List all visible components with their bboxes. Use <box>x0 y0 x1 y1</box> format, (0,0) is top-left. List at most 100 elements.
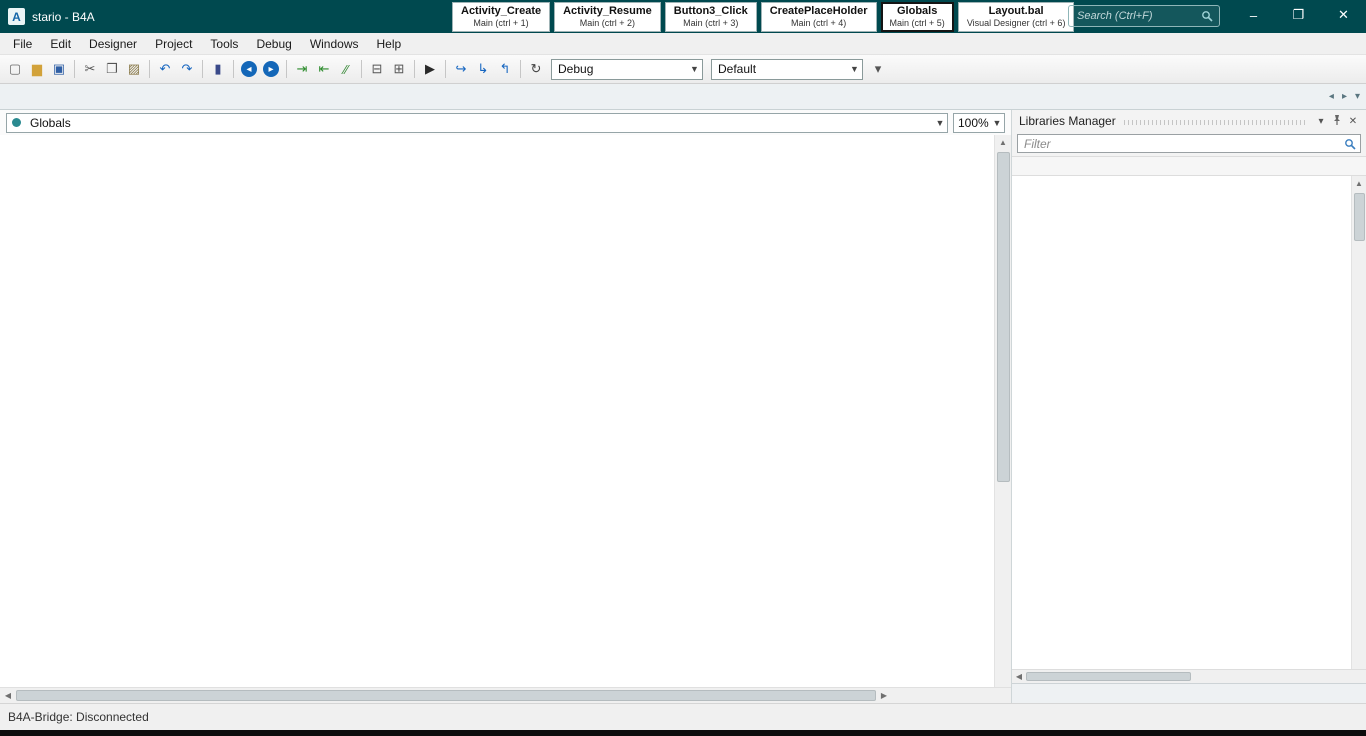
sub-navigator-value: Globals <box>30 115 71 130</box>
libraries-manager-panel: Libraries Manager ▾ ✕ ▲ <box>1012 110 1366 703</box>
run-icon[interactable]: ▶ <box>420 59 440 79</box>
app-logo-icon: A <box>8 8 25 25</box>
libraries-horizontal-scrollbar[interactable]: ◀ <box>1012 669 1366 683</box>
code-editor[interactable]: ▲ <box>0 135 1011 687</box>
step-into-icon[interactable]: ↳ <box>473 59 493 79</box>
toolbar: ▢ ▆ ▣ ✂ ❐ ▨ ↶ ↷ ▮ ◂ ▸ ⇥ ⇤ ∕∕ ⊟ ⊞ ▶ ↪ ↳ ↰ ↻ Debug ▼ Default ▼ ▾ <box>0 55 1366 84</box>
collapse-all-icon[interactable]: ⊟ <box>367 59 387 79</box>
menu-debug[interactable]: Debug <box>247 34 300 54</box>
scroll-left-icon[interactable]: ◀ <box>1012 670 1026 683</box>
scroll-right-icon[interactable]: ▶ <box>876 688 892 703</box>
editor-horizontal-scrollbar[interactable]: ◀ ▶ <box>0 687 1011 703</box>
build-configuration-combo[interactable]: Default ▼ <box>711 58 863 80</box>
search-input[interactable] <box>1075 9 1201 23</box>
libraries-table-body <box>1012 176 1351 669</box>
sub-navigator-combo[interactable]: Globals ▼ <box>6 112 948 133</box>
toolbar-separator <box>361 60 362 78</box>
toolbar-separator <box>286 60 287 78</box>
tab-list-dropdown-icon[interactable]: ▾ <box>1355 91 1360 102</box>
menu-help[interactable]: Help <box>368 34 411 54</box>
search-box[interactable] <box>1068 5 1220 27</box>
filter-row <box>1012 132 1366 156</box>
menu-file[interactable]: File <box>4 34 41 54</box>
debug-mode-combo[interactable]: Debug ▼ <box>551 58 703 80</box>
undo-icon[interactable]: ↶ <box>155 59 175 79</box>
redo-icon[interactable]: ↷ <box>177 59 197 79</box>
chevron-down-icon: ▼ <box>850 64 859 74</box>
toolbar-separator <box>149 60 150 78</box>
title-bar: A stario - B4A Activity_Create Main (ctrl… <box>0 0 1366 33</box>
step-over-icon[interactable]: ↪ <box>451 59 471 79</box>
scroll-left-icon[interactable]: ◀ <box>0 688 16 703</box>
search-icon <box>1202 11 1213 22</box>
maximize-button[interactable]: ❐ <box>1276 0 1321 30</box>
panel-close-icon[interactable]: ✕ <box>1345 116 1361 127</box>
scroll-tabs-left-icon[interactable]: ◂ <box>1329 91 1334 102</box>
comment-icon[interactable]: ∕∕ <box>336 59 356 79</box>
menu-windows[interactable]: Windows <box>301 34 368 54</box>
clean-project-icon[interactable]: ↻ <box>526 59 546 79</box>
zoom-combo[interactable]: 100% ▼ <box>953 112 1005 133</box>
toolbar-separator <box>74 60 75 78</box>
save-icon[interactable]: ▣ <box>49 59 69 79</box>
header-tab-activity-resume[interactable]: Activity_Resume Main (ctrl + 2) <box>554 2 661 32</box>
cut-icon[interactable]: ✂ <box>80 59 100 79</box>
close-button[interactable]: ✕ <box>1321 0 1366 30</box>
bridge-status: B4A-Bridge: Disconnected <box>8 710 149 724</box>
editor-vscroll-thumb[interactable] <box>996 152 1010 482</box>
libraries-vscroll-thumb[interactable] <box>1353 193 1365 241</box>
paste-icon[interactable]: ▨ <box>124 59 144 79</box>
editor-hscroll-thumb[interactable] <box>16 690 876 701</box>
libraries-vertical-scrollbar[interactable]: ▲ <box>1351 176 1366 669</box>
panel-bottom-tabs <box>1012 683 1366 703</box>
header-tab-globals[interactable]: Globals Main (ctrl + 5) <box>880 2 954 32</box>
windows-taskbar[interactable] <box>0 730 1366 736</box>
outdent-icon[interactable]: ⇤ <box>314 59 334 79</box>
document-tab-strip: ◂ ▸ ▾ <box>0 84 1366 110</box>
header-tab-activity-create[interactable]: Activity_Create Main (ctrl + 1) <box>452 2 551 32</box>
scroll-up-icon[interactable]: ▲ <box>1352 176 1366 191</box>
header-tab-button3-click[interactable]: Button3_Click Main (ctrl + 3) <box>664 2 757 32</box>
menu-project[interactable]: Project <box>146 34 201 54</box>
sub-icon <box>12 118 21 127</box>
filter-input[interactable] <box>1022 135 1344 152</box>
copy-icon[interactable]: ❐ <box>102 59 122 79</box>
toolbar-overflow-icon[interactable]: ▾ <box>868 59 888 79</box>
indent-icon[interactable]: ⇥ <box>292 59 312 79</box>
menu-edit[interactable]: Edit <box>41 34 80 54</box>
menu-tools[interactable]: Tools <box>201 34 247 54</box>
b4a-window: A stario - B4A Activity_Create Main (ctrl… <box>0 0 1366 736</box>
filter-search-icon <box>1345 138 1356 150</box>
toolbar-separator <box>414 60 415 78</box>
tab-nav: ◂ ▸ ▾ <box>1329 91 1360 102</box>
header-tab-layout-bal[interactable]: Layout.bal Visual Designer (ctrl + 6) <box>957 2 1075 32</box>
chevron-down-icon: ▼ <box>690 64 699 74</box>
filter-box[interactable] <box>1017 134 1361 153</box>
menu-designer[interactable]: Designer <box>80 34 146 54</box>
panel-header: Libraries Manager ▾ ✕ <box>1012 110 1366 132</box>
header-tab-createplaceholder[interactable]: CreatePlaceHolder Main (ctrl + 4) <box>760 2 877 32</box>
minimize-button[interactable]: – <box>1231 0 1276 30</box>
code-navigation-row: Globals ▼ 100% ▼ <box>0 110 1011 135</box>
open-folder-icon[interactable]: ▆ <box>27 59 47 79</box>
bookmark-icon[interactable]: ▮ <box>208 59 228 79</box>
pin-icon[interactable] <box>1329 114 1345 129</box>
panel-menu-icon[interactable]: ▾ <box>1313 116 1329 127</box>
build-configuration-combo-value: Default <box>718 62 757 76</box>
header-shortcut-tabs: Activity_Create Main (ctrl + 1) Activity_R… <box>452 0 1075 33</box>
step-out-icon[interactable]: ↰ <box>495 59 515 79</box>
code-lines <box>0 135 994 687</box>
navigate-forward-icon[interactable]: ▸ <box>263 61 279 77</box>
chevron-down-icon: ▼ <box>992 117 1002 128</box>
toolbar-separator <box>202 60 203 78</box>
scroll-tabs-right-icon[interactable]: ▸ <box>1342 91 1347 102</box>
libraries-table: ▲ <box>1012 156 1366 669</box>
libraries-hscroll-thumb[interactable] <box>1026 672 1191 681</box>
expand-all-icon[interactable]: ⊞ <box>389 59 409 79</box>
scroll-up-icon[interactable]: ▲ <box>995 135 1011 150</box>
window-controls: – ❐ ✕ <box>1231 0 1366 30</box>
navigate-back-icon[interactable]: ◂ <box>241 61 257 77</box>
toolbar-separator <box>520 60 521 78</box>
editor-vertical-scrollbar[interactable]: ▲ <box>994 135 1011 687</box>
new-file-icon[interactable]: ▢ <box>5 59 25 79</box>
